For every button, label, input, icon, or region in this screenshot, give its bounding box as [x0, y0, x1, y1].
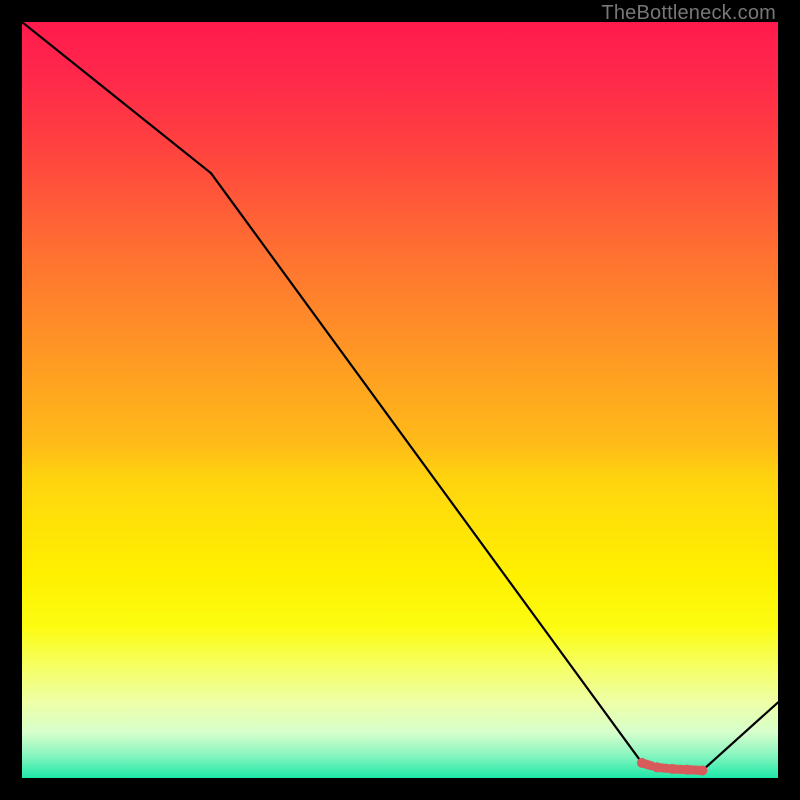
marker-group [637, 758, 707, 776]
marker-dot [637, 758, 647, 768]
marker-dot [682, 765, 692, 775]
plot-area [22, 22, 778, 778]
chart-frame: TheBottleneck.com [0, 0, 800, 800]
data-line-group [22, 22, 778, 770]
marker-dot [667, 764, 677, 774]
data-line [22, 22, 778, 770]
marker-dot [697, 765, 707, 775]
marker-dot [652, 762, 662, 772]
chart-svg [22, 22, 778, 778]
